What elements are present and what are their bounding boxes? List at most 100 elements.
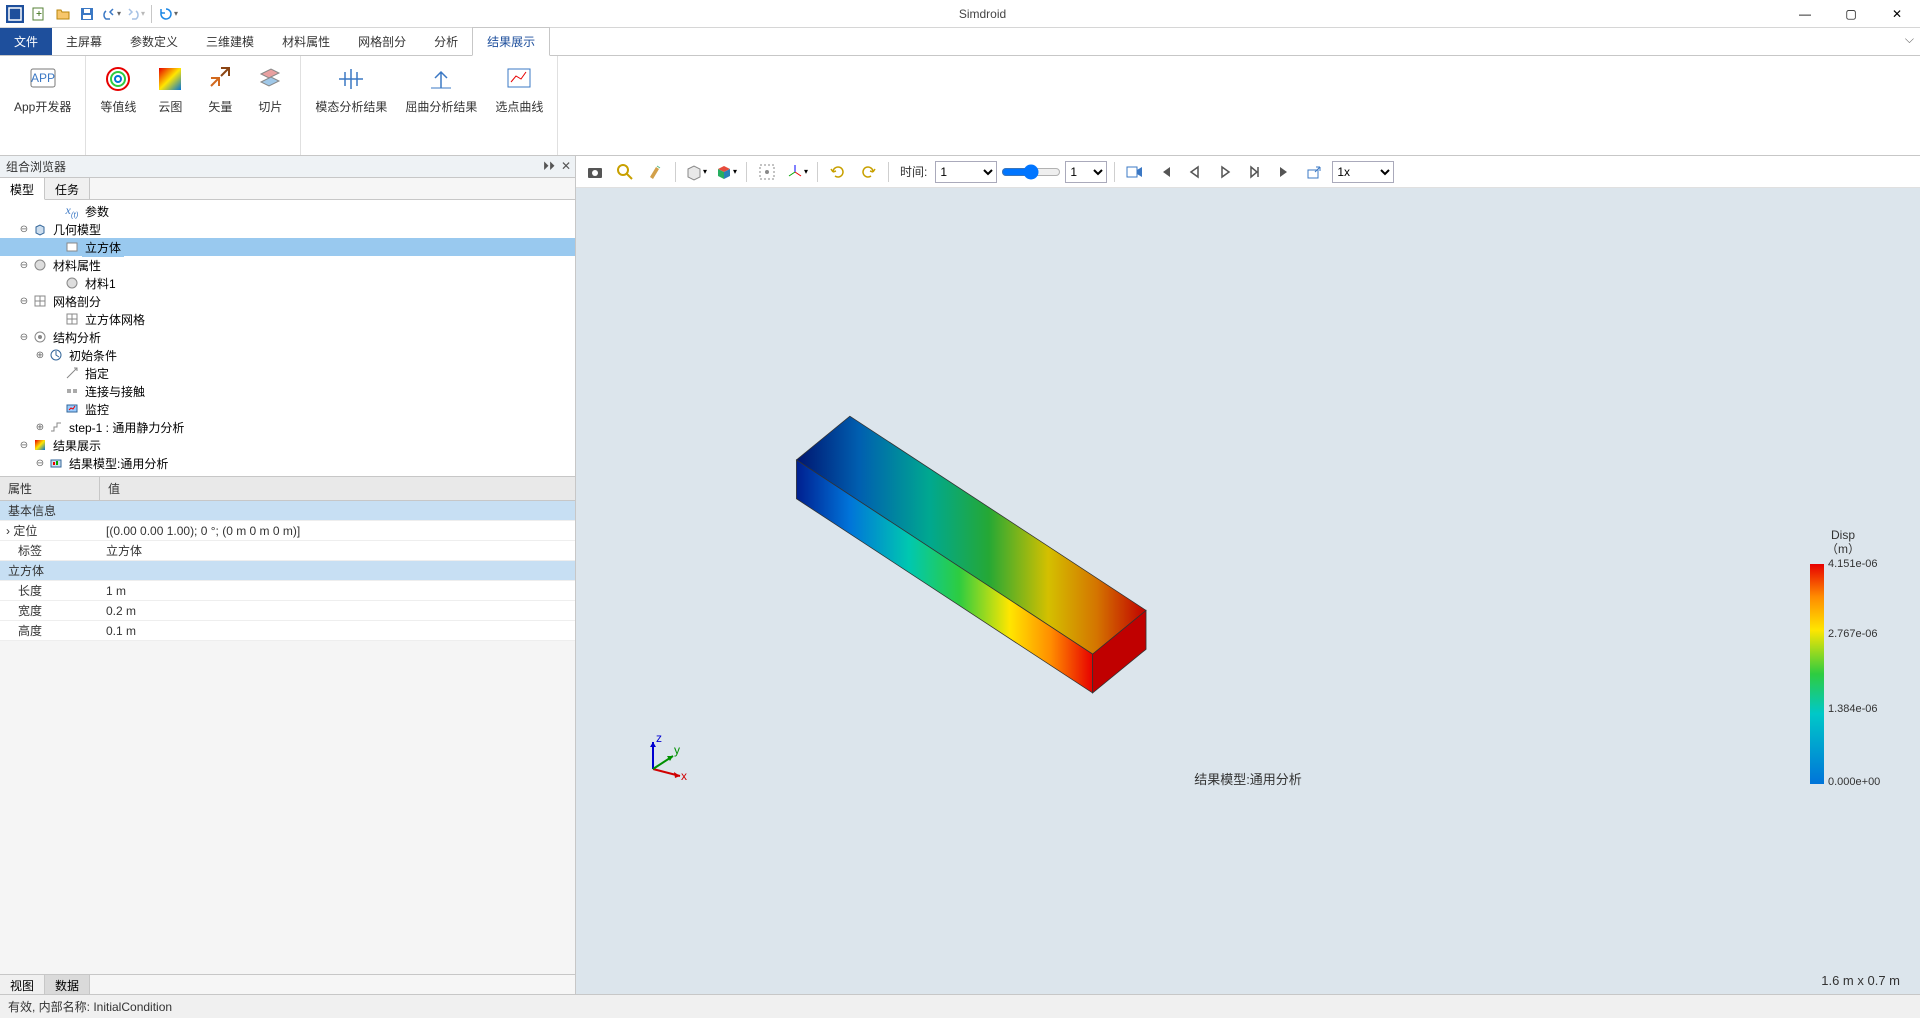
tree-tabs: 模型 任务	[0, 178, 575, 200]
cloudmap-button[interactable]: 云图	[148, 60, 192, 118]
axes-icon[interactable]: ▾	[784, 159, 810, 185]
tree-label: 连接与接触	[82, 382, 148, 401]
tree-row[interactable]: 监控	[0, 400, 575, 418]
tree-row[interactable]: 立方体网格	[0, 310, 575, 328]
tab-tasks[interactable]: 任务	[45, 178, 90, 199]
record-icon[interactable]	[1122, 159, 1148, 185]
viewport-canvas[interactable]: z x y 结果模型:通用分析 Disp（m） 4.151e-06 2.767e…	[576, 188, 1920, 994]
props-orient-value[interactable]: [(0.00 0.00 1.00); 0 °; (0 m 0 m 0 m)]	[100, 524, 575, 538]
save-icon[interactable]	[76, 3, 98, 25]
next-frame-icon[interactable]	[1242, 159, 1268, 185]
model-tree[interactable]: x(t)参数⊖几何模型立方体⊖材料属性材料1⊖网格剖分立方体网格⊖结构分析⊕初始…	[0, 200, 575, 476]
tree-label: 参数	[82, 202, 112, 221]
menu-results[interactable]: 结果展示	[472, 27, 550, 56]
btab-data[interactable]: 数据	[45, 975, 90, 994]
tree-label: 材料属性	[50, 256, 104, 275]
legend-tick: 4.151e-06	[1828, 558, 1878, 570]
zoom-icon[interactable]	[612, 159, 638, 185]
tree-row[interactable]: 材料1	[0, 274, 575, 292]
props-col-attr: 属性	[0, 477, 100, 500]
minimize-button[interactable]: —	[1782, 0, 1828, 28]
play-icon[interactable]	[1212, 159, 1238, 185]
new-icon[interactable]	[28, 3, 50, 25]
con-icon	[64, 383, 80, 399]
result-mesh	[576, 188, 1920, 994]
menu-analysis[interactable]: 分析	[420, 28, 472, 55]
props-tag-value[interactable]: 立方体	[100, 542, 575, 559]
tree-label: 材料1	[82, 274, 119, 293]
menu-params[interactable]: 参数定义	[116, 28, 192, 55]
menu-material[interactable]: 材料属性	[268, 28, 344, 55]
menu-file[interactable]: 文件	[0, 28, 52, 55]
box-view-icon[interactable]: ▾	[683, 159, 709, 185]
props-section-basic: 基本信息	[0, 502, 100, 519]
props-height-value[interactable]: 0.1 m	[100, 624, 575, 638]
btab-view[interactable]: 视图	[0, 975, 45, 994]
menu-mesh[interactable]: 网格剖分	[344, 28, 420, 55]
tree-label: 网格剖分	[50, 292, 104, 311]
app-developer-button[interactable]: APP App开发器	[8, 60, 77, 118]
bottom-tabs: 视图 数据	[0, 974, 575, 994]
props-width-value[interactable]: 0.2 m	[100, 604, 575, 618]
redo-icon[interactable]: ▾	[124, 3, 146, 25]
main-area: 组合浏览器 ⏵⏵ ✕ 模型 任务 x(t)参数⊖几何模型立方体⊖材料属性材料1⊖…	[0, 156, 1920, 994]
props-col-value: 值	[100, 477, 128, 500]
contour-button[interactable]: 等值线	[94, 60, 142, 118]
tree-row[interactable]: ⊖几何模型	[0, 220, 575, 238]
point-curve-button[interactable]: 选点曲线	[489, 60, 549, 118]
modal-result-button[interactable]: 模态分析结果	[309, 60, 393, 118]
quick-access-toolbar: ▾ ▾ ▾	[0, 3, 183, 25]
vector-button[interactable]: 矢量	[198, 60, 242, 118]
legend-tick: 1.384e-06	[1828, 703, 1878, 715]
left-panel: 组合浏览器 ⏵⏵ ✕ 模型 任务 x(t)参数⊖几何模型立方体⊖材料属性材料1⊖…	[0, 156, 576, 994]
tree-row[interactable]: 立方体	[0, 238, 575, 256]
tree-row[interactable]: 指定	[0, 364, 575, 382]
open-icon[interactable]	[52, 3, 74, 25]
tree-row[interactable]: ⊕step-1 : 通用静力分析	[0, 418, 575, 436]
contour-label: 等值线	[100, 98, 136, 115]
screenshot-icon[interactable]	[582, 159, 608, 185]
export-icon[interactable]	[1302, 159, 1328, 185]
frame-select-1[interactable]: 1	[935, 161, 997, 183]
collapse-ribbon-icon[interactable]: ⌵	[1905, 32, 1914, 47]
color-cube-icon[interactable]: ▾	[713, 159, 739, 185]
buckling-result-button[interactable]: 屈曲分析结果	[399, 60, 483, 118]
rotate-ccw-icon[interactable]	[825, 159, 851, 185]
prev-frame-icon[interactable]	[1182, 159, 1208, 185]
undo-icon[interactable]: ▾	[100, 3, 122, 25]
time-slider[interactable]	[1001, 164, 1061, 180]
tree-row[interactable]: ⊖结果模型:通用分析	[0, 454, 575, 472]
tree-label: 指定	[82, 364, 112, 383]
tree-label: 结果模型:通用分析	[66, 454, 171, 473]
slice-button[interactable]: 切片	[248, 60, 292, 118]
props-length-value[interactable]: 1 m	[100, 584, 575, 598]
time-label: 时间:	[900, 163, 927, 180]
tree-label: 初始条件	[66, 346, 120, 365]
viewport-toolbar: ▾ ▾ ▾ 时间: 1 1 1x	[576, 156, 1920, 188]
panel-pin-icon[interactable]: ⏵⏵	[543, 159, 555, 174]
tree-row[interactable]: ⊖结构分析	[0, 328, 575, 346]
menu-3dmodel[interactable]: 三维建模	[192, 28, 268, 55]
maximize-button[interactable]: ▢	[1828, 0, 1874, 28]
tree-row[interactable]: ⊕初始条件	[0, 346, 575, 364]
tree-row[interactable]: ⊖材料属性	[0, 256, 575, 274]
frame-select-2[interactable]: 1	[1065, 161, 1107, 183]
tree-row[interactable]: 连接与接触	[0, 382, 575, 400]
first-frame-icon[interactable]	[1152, 159, 1178, 185]
rotate-cw-icon[interactable]	[855, 159, 881, 185]
refresh-icon[interactable]: ▾	[157, 3, 179, 25]
tree-row[interactable]: ⊖结果展示	[0, 436, 575, 454]
props-orient-label: › 定位	[0, 522, 100, 539]
close-button[interactable]: ✕	[1874, 0, 1920, 28]
clear-icon[interactable]	[642, 159, 668, 185]
res-icon	[32, 437, 48, 453]
menu-home[interactable]: 主屏幕	[52, 28, 116, 55]
fit-icon[interactable]	[754, 159, 780, 185]
speed-select[interactable]: 1x	[1332, 161, 1394, 183]
panel-close-icon[interactable]: ✕	[561, 159, 571, 174]
tree-row[interactable]: ⊖网格剖分	[0, 292, 575, 310]
tree-row[interactable]: x(t)参数	[0, 202, 575, 220]
tab-model[interactable]: 模型	[0, 178, 45, 200]
last-frame-icon[interactable]	[1272, 159, 1298, 185]
vector-label: 矢量	[208, 98, 232, 115]
